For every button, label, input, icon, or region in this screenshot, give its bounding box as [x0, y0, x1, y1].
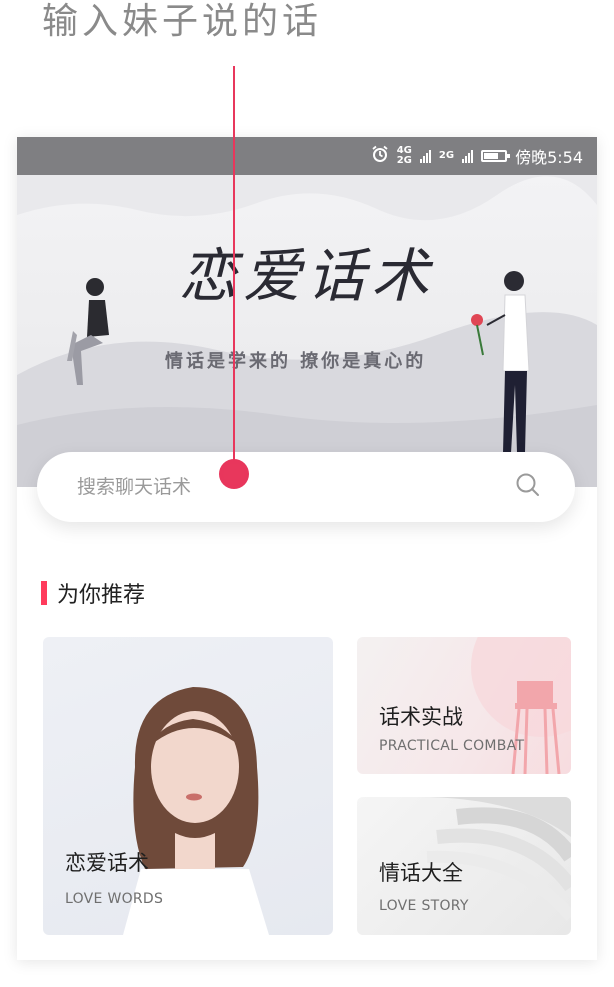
card-love-words-subtitle: LOVE WORDS: [65, 891, 164, 907]
status-time: 傍晚5:54: [515, 148, 583, 167]
hero-illustration: [17, 175, 597, 487]
signal-icon: [419, 149, 431, 163]
card-practical-combat-title: 话术实战: [379, 705, 463, 729]
battery-icon: [481, 150, 511, 162]
card-love-story-title: 情话大全: [379, 861, 463, 885]
section-accent-bar: [41, 581, 47, 605]
status-bar: 4G 2G 2G 傍晚5:54: [17, 137, 597, 175]
annotation-pointer-line: [233, 66, 235, 474]
alarm-icon: [371, 145, 389, 167]
section-title: 为你推荐: [57, 583, 146, 608]
hero-subtitle: 情话是学来的 撩你是真心的: [165, 351, 427, 372]
recommend-section-header: 为你推荐: [41, 577, 145, 609]
search-bar[interactable]: [37, 452, 575, 522]
card-love-story[interactable]: 情话大全 LOVE STORY: [357, 797, 571, 935]
signal-icon-2: [462, 149, 474, 163]
network-label-1b: 2G: [396, 155, 412, 166]
search-icon[interactable]: [515, 472, 541, 502]
card-practical-combat[interactable]: 话术实战 PRACTICAL COMBAT: [357, 637, 571, 774]
hero-banner: 恋爱话术 情话是学来的 撩你是真心的: [17, 175, 597, 487]
network-label-2: 2G: [438, 150, 455, 161]
card-love-words[interactable]: 恋爱话术 LOVE WORDS: [43, 637, 333, 935]
annotation-pointer-dot: [219, 459, 249, 489]
hero-title: 恋爱话术: [178, 242, 435, 310]
card-practical-combat-subtitle: PRACTICAL COMBAT: [379, 738, 525, 754]
card-love-story-subtitle: LOVE STORY: [379, 898, 469, 914]
search-input[interactable]: [75, 475, 515, 499]
annotation-caption: 输入妹子说的话: [42, 1, 323, 42]
card-love-words-title: 恋爱话术: [65, 851, 149, 875]
phone-screen: 4G 2G 2G 傍晚5:54 恋爱话术 情话是学来的 撩你是真心的 搜索聊天话…: [17, 137, 597, 960]
